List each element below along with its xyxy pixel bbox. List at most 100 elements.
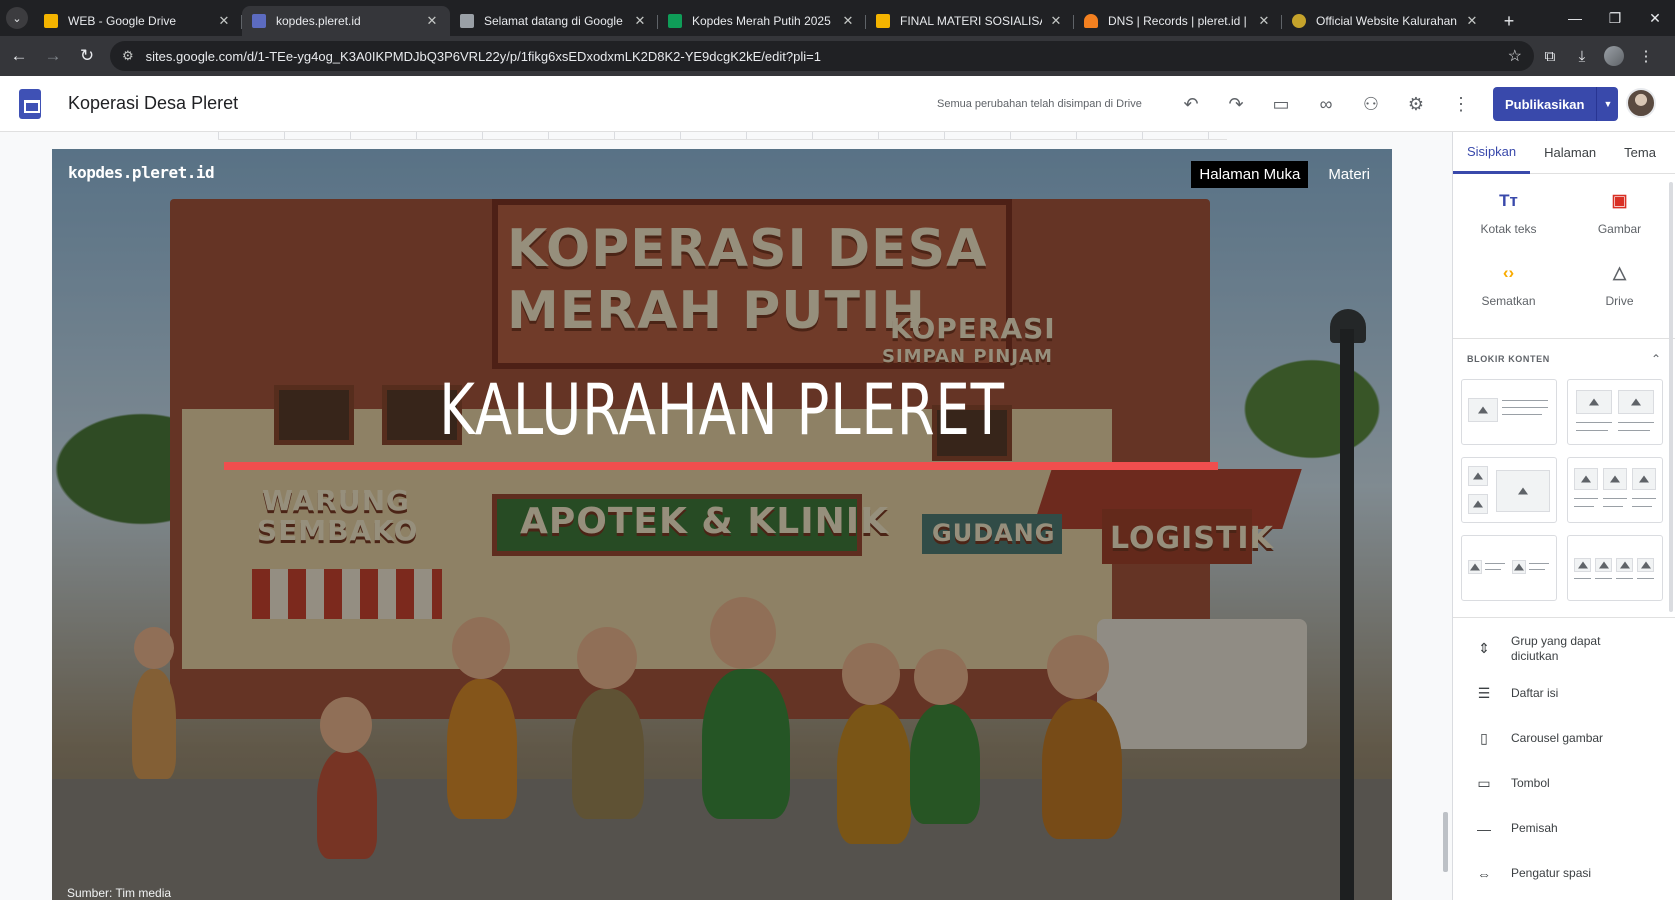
tab-sisipkan[interactable]: Sisipkan	[1453, 132, 1531, 174]
hero-title[interactable]: KALURAHAN PLERET	[199, 369, 1244, 451]
back-icon[interactable]: ←	[4, 41, 34, 71]
image-placeholder-icon	[1632, 468, 1656, 490]
sites-header: Koperasi Desa Pleret Semua perubahan tel…	[0, 76, 1675, 132]
insert-component-label: Tombol	[1511, 776, 1550, 790]
forward-icon[interactable]: →	[38, 41, 68, 71]
image-placeholder-icon	[1468, 560, 1482, 574]
browser-tab-strip: ⌄ WEB - Google Drive ✕ kopdes.pleret.id …	[0, 0, 1675, 36]
insert-text-box-button[interactable]: Tт Kotak teks	[1453, 188, 1564, 260]
editor-canvas: KOPERASI DESA MERAH PUTIH KOPERASI SIMPA…	[0, 132, 1452, 900]
minimize-icon[interactable]: —	[1555, 0, 1595, 36]
browser-tab[interactable]: FINAL MATERI SOSIALISASI KD ✕	[866, 6, 1074, 36]
tab-tema[interactable]: Tema	[1610, 132, 1670, 174]
insert-label: Kotak teks	[1480, 222, 1537, 236]
reload-icon[interactable]: ↻	[72, 41, 102, 71]
close-tab-icon[interactable]: ✕	[1464, 13, 1480, 29]
settings-gear-icon[interactable]: ⚙	[1402, 90, 1430, 118]
insert-components-list: ⇕ Grup yang dapat diciutkan ☰ Daftar isi…	[1453, 617, 1675, 896]
image-placeholder-icon	[1574, 468, 1598, 490]
site-favicon-icon	[1292, 14, 1306, 28]
canvas-scrollbar[interactable]	[1443, 812, 1448, 872]
preview-devices-icon[interactable]: ▭	[1267, 90, 1295, 118]
publish-dropdown-chevron-icon[interactable]: ▼	[1596, 87, 1619, 121]
site-navigation: Halaman Muka Materi	[1179, 161, 1378, 188]
image-caption[interactable]: Sumber: Tim media	[67, 886, 171, 900]
hero-divider	[224, 462, 1218, 470]
close-tab-icon[interactable]: ✕	[1256, 13, 1272, 29]
content-blocks-header[interactable]: BLOKIR KONTEN ⌃	[1453, 339, 1675, 379]
share-add-person-icon[interactable]: ⚇	[1357, 90, 1385, 118]
window-controls: — ❐ ✕	[1555, 0, 1675, 36]
copy-link-icon[interactable]: ∞	[1312, 90, 1340, 118]
content-block-layout[interactable]	[1461, 379, 1557, 445]
insert-image-button[interactable]: ▣ Gambar	[1564, 188, 1675, 260]
close-tab-icon[interactable]: ✕	[1048, 13, 1064, 29]
browser-tab[interactable]: Selamat datang di Google Sear ✕	[450, 6, 658, 36]
list-icon: ☰	[1477, 685, 1491, 701]
browser-tab[interactable]: WEB - Google Drive ✕	[34, 6, 242, 36]
image-placeholder-icon	[1637, 558, 1654, 572]
document-title[interactable]: Koperasi Desa Pleret	[68, 93, 238, 114]
site-nav-materi[interactable]: Materi	[1320, 161, 1378, 188]
publish-button-group: Publikasikan ▼	[1493, 87, 1619, 121]
content-block-layout[interactable]	[1567, 457, 1663, 523]
text-box-icon: Tт	[1499, 191, 1518, 210]
browser-menu-icon[interactable]: ⋮	[1630, 41, 1662, 71]
carousel-icon: ▯	[1480, 730, 1488, 746]
panel-scrollbar[interactable]	[1669, 182, 1673, 612]
insert-button-component[interactable]: ▭ Tombol	[1453, 761, 1675, 806]
undo-icon[interactable]: ↶	[1177, 90, 1205, 118]
bookmark-star-icon[interactable]: ☆	[1508, 46, 1522, 66]
hero-section[interactable]: KOPERASI DESA MERAH PUTIH KOPERASI SIMPA…	[52, 149, 1392, 900]
insert-spacer[interactable]: ⇔ Pengatur spasi	[1453, 851, 1675, 896]
download-icon[interactable]: ⤓	[1566, 41, 1598, 71]
browser-tab[interactable]: Official Website Kalurahan Pler ✕	[1282, 6, 1490, 36]
insert-collapsible-group[interactable]: ⇕ Grup yang dapat diciutkan	[1453, 626, 1675, 671]
google-sites-logo-icon[interactable]	[19, 88, 41, 119]
new-tab-button[interactable]: +	[1494, 6, 1524, 36]
url-text[interactable]: sites.google.com/d/1-TEe-yg4og_K3A0IKPMD…	[146, 49, 1508, 64]
extensions-icon[interactable]: ⧉	[1534, 41, 1566, 71]
browser-tab[interactable]: Kopdes Merah Putih 2025 - Go ✕	[658, 6, 866, 36]
tab-title: FINAL MATERI SOSIALISASI KD	[900, 14, 1042, 28]
close-tab-icon[interactable]: ✕	[216, 13, 232, 29]
profile-avatar[interactable]	[1598, 41, 1630, 71]
tab-halaman[interactable]: Halaman	[1530, 132, 1610, 174]
tab-search-icon[interactable]: ⌄	[6, 7, 28, 29]
close-window-icon[interactable]: ✕	[1635, 0, 1675, 36]
insert-label: Sematkan	[1481, 294, 1536, 308]
address-bar[interactable]: ⚙ sites.google.com/d/1-TEe-yg4og_K3A0IKP…	[110, 41, 1534, 71]
site-nav-halaman-muka[interactable]: Halaman Muka	[1191, 161, 1309, 188]
page-favicon-icon	[460, 14, 474, 28]
panel-tabs: Sisipkan Halaman Tema	[1453, 132, 1675, 174]
insert-table-of-contents[interactable]: ☰ Daftar isi	[1453, 671, 1675, 716]
tab-title: DNS | Records | pleret.id | Taufi	[1108, 14, 1250, 28]
content-block-layout[interactable]	[1461, 535, 1557, 601]
content-block-layout[interactable]	[1567, 379, 1663, 445]
publish-button[interactable]: Publikasikan	[1493, 87, 1597, 121]
tab-title: Kopdes Merah Putih 2025 - Go	[692, 14, 834, 28]
site-info-icon[interactable]: ⚙	[122, 48, 134, 64]
drive-icon: △	[1612, 263, 1627, 282]
more-options-icon[interactable]: ⋮	[1447, 90, 1475, 118]
close-tab-icon[interactable]: ✕	[632, 13, 648, 29]
restore-icon[interactable]: ❐	[1595, 0, 1635, 36]
insert-image-carousel[interactable]: ▯ Carousel gambar	[1453, 716, 1675, 761]
insert-panel: Sisipkan Halaman Tema Tт Kotak teks ▣ Ga…	[1452, 132, 1675, 900]
content-block-layout[interactable]	[1461, 457, 1557, 523]
content-block-layout[interactable]	[1567, 535, 1663, 601]
site-brand[interactable]: kopdes.pleret.id	[68, 163, 215, 182]
close-tab-icon[interactable]: ✕	[424, 13, 440, 29]
insert-drive-button[interactable]: △ Drive	[1564, 260, 1675, 332]
tab-title: kopdes.pleret.id	[276, 14, 361, 28]
browser-tab-active[interactable]: kopdes.pleret.id ✕	[242, 6, 450, 36]
account-avatar[interactable]	[1626, 88, 1656, 118]
cloudflare-favicon-icon	[1084, 14, 1098, 28]
insert-divider[interactable]: — Pemisah	[1453, 806, 1675, 851]
redo-icon[interactable]: ↷	[1222, 90, 1250, 118]
insert-embed-button[interactable]: ‹› Sematkan	[1453, 260, 1564, 332]
browser-tab[interactable]: DNS | Records | pleret.id | Taufi ✕	[1074, 6, 1282, 36]
chevron-up-icon[interactable]: ⌃	[1651, 352, 1661, 366]
close-tab-icon[interactable]: ✕	[840, 13, 856, 29]
tab-title: WEB - Google Drive	[68, 14, 177, 28]
